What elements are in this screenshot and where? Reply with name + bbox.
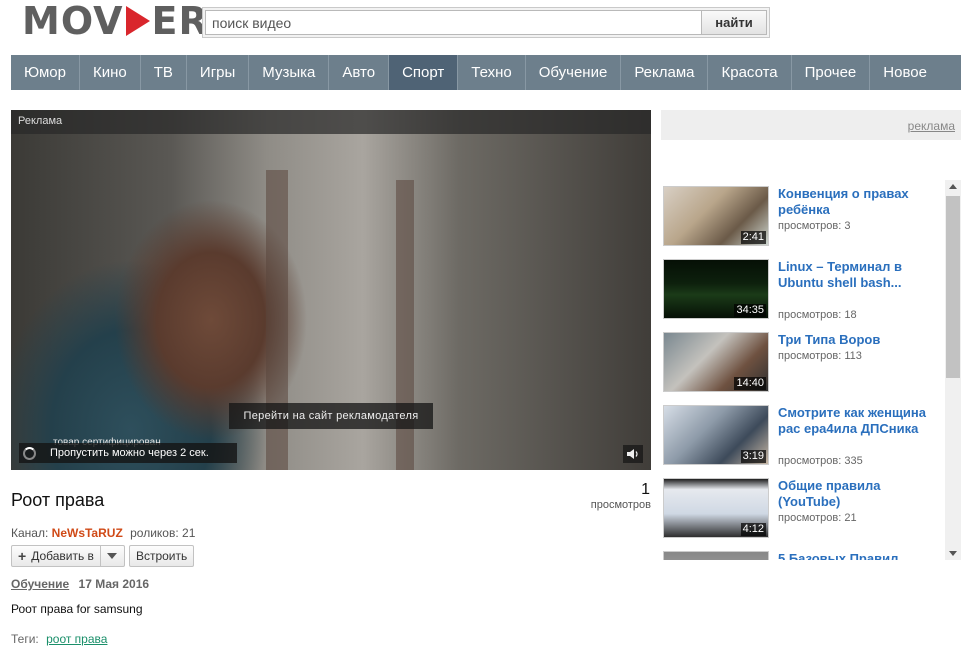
related-views: просмотров: 113 xyxy=(778,350,862,362)
video-player[interactable]: Реклама Перейти на сайт рекламодателя то… xyxy=(11,110,651,470)
related-list: 2:41 Конвенция о правах ребёнка просмотров… xyxy=(661,180,943,560)
ad-link[interactable]: реклама xyxy=(908,119,955,133)
logo-text-left: MOV xyxy=(22,0,124,43)
nav-item[interactable]: Техно xyxy=(458,55,526,90)
related-title[interactable]: Общие правила (YouTube) xyxy=(778,478,928,510)
related-thumbnail[interactable]: 3:19 xyxy=(663,405,769,465)
scroll-thumb[interactable] xyxy=(946,196,960,378)
related-thumbnail[interactable]: 14:40 xyxy=(663,332,769,392)
channel-row: Канал: NeWsTaRUZ роликов: 21 xyxy=(11,526,195,540)
speaker-icon xyxy=(627,449,638,459)
scroll-down-icon[interactable] xyxy=(949,551,957,556)
related-views: просмотров: 21 xyxy=(778,512,857,524)
ad-label: Реклама xyxy=(18,115,63,127)
related-thumbnail[interactable]: 2:41 xyxy=(663,186,769,246)
duration-badge: 14:40 xyxy=(734,377,766,390)
sidebar-ad-box: реклама xyxy=(661,110,961,140)
volume-button[interactable] xyxy=(623,445,643,463)
upload-date: 17 Мая 2016 xyxy=(78,577,150,591)
nav-item[interactable]: Игры xyxy=(187,55,250,90)
video-title: Роот права xyxy=(11,490,105,510)
related-title[interactable]: 5 Базовых Правил xyxy=(778,551,928,560)
meta-row: Обучение 17 Мая 2016 xyxy=(11,577,149,591)
related-item[interactable]: 5 Базовых Правил xyxy=(661,545,943,560)
related-videos: 2:41 Конвенция о правах ребёнка просмотров… xyxy=(661,180,961,560)
add-to-dropdown-button[interactable] xyxy=(100,545,125,567)
nav-item[interactable]: Обучение xyxy=(526,55,622,90)
plus-icon: + xyxy=(18,548,27,564)
search-input[interactable] xyxy=(205,10,702,35)
play-icon xyxy=(125,6,150,36)
views-label: просмотров xyxy=(590,499,651,511)
related-views: просмотров: 335 xyxy=(778,455,863,467)
tags-label: Теги: xyxy=(11,632,39,646)
nav-item[interactable]: Новое xyxy=(870,55,940,90)
related-views: просмотров: 18 xyxy=(778,309,857,321)
page-root: MOV ER найти ЮморКиноТВИгрыМузыкаАвтоСпо… xyxy=(0,0,976,652)
nav-item[interactable]: Спорт xyxy=(389,55,459,90)
logo-text: MOV ER xyxy=(22,0,209,43)
action-buttons: + Добавить в Встроить xyxy=(11,545,195,567)
mover-logo[interactable]: MOV ER xyxy=(22,0,209,43)
nav-item[interactable]: ТВ xyxy=(141,55,187,90)
ad-top-bar xyxy=(11,110,651,134)
logo-text-right: ER xyxy=(151,0,209,43)
nav-item[interactable]: Красота xyxy=(708,55,792,90)
nav-item[interactable]: Музыка xyxy=(249,55,330,90)
nav-item[interactable]: Авто xyxy=(329,55,390,90)
tags-row: Теги: роот права xyxy=(11,632,107,646)
related-item[interactable]: 4:12 Общие правила (YouTube) просмотров: 2… xyxy=(661,472,943,545)
nav-item[interactable]: Кино xyxy=(80,55,141,90)
related-thumbnail[interactable]: 4:12 xyxy=(663,478,769,538)
add-to-label: Добавить в xyxy=(31,549,94,563)
related-item[interactable]: 2:41 Конвенция о правах ребёнка просмотров… xyxy=(661,180,943,253)
loading-spinner-icon xyxy=(23,446,36,460)
search-button[interactable]: найти xyxy=(702,10,767,35)
skip-text: Пропустить можно через 2 сек. xyxy=(50,447,209,459)
channel-label: Канал: xyxy=(11,526,49,540)
chevron-down-icon xyxy=(107,553,118,559)
related-item[interactable]: 3:19 Смотрите как женщина рас ера4ила ДПС… xyxy=(661,399,943,472)
category-nav: Юмор Кино ТВ Игры Музыка Авто Спорт Техно Обучен… xyxy=(11,55,961,90)
nav-item[interactable]: Юмор xyxy=(11,55,80,90)
nav-item[interactable]: Реклама xyxy=(621,55,709,90)
add-to-button[interactable]: + Добавить в xyxy=(11,545,101,567)
related-title[interactable]: Конвенция о правах ребёнка xyxy=(778,186,928,218)
nav-item[interactable]: Прочее xyxy=(792,55,871,90)
video-description: Роот права for samsung xyxy=(11,602,143,616)
goto-advertiser-button[interactable]: Перейти на сайт рекламодателя xyxy=(229,403,433,429)
related-item[interactable]: 14:40 Три Типа Воров просмотров: 113 xyxy=(661,326,943,399)
videos-count: роликов: 21 xyxy=(130,526,196,540)
duration-badge: 3:19 xyxy=(740,450,766,463)
related-thumbnail[interactable] xyxy=(663,551,769,560)
related-scrollbar[interactable] xyxy=(945,180,961,560)
related-title[interactable]: Смотрите как женщина рас ера4ила ДПСника xyxy=(778,405,928,437)
channel-link[interactable]: NeWsTaRUZ xyxy=(52,526,123,540)
tag-link[interactable]: роот права xyxy=(46,632,107,646)
related-title[interactable]: Три Типа Воров xyxy=(778,332,928,348)
embed-button[interactable]: Встроить xyxy=(128,545,195,567)
related-views: просмотров: 3 xyxy=(778,220,851,232)
search-bar: найти xyxy=(202,7,770,38)
related-thumbnail[interactable]: 34:35 xyxy=(663,259,769,319)
duration-badge: 4:12 xyxy=(740,523,766,536)
duration-badge: 2:41 xyxy=(740,231,766,244)
category-link[interactable]: Обучение xyxy=(11,577,69,591)
duration-badge: 34:35 xyxy=(734,304,766,317)
related-title[interactable]: Linux – Терминал в Ubuntu shell bash... xyxy=(778,259,928,291)
related-item[interactable]: 34:35 Linux – Терминал в Ubuntu shell bas… xyxy=(661,253,943,326)
skip-ad-bar[interactable]: Пропустить можно через 2 сек. xyxy=(19,443,237,463)
scroll-up-icon[interactable] xyxy=(949,184,957,189)
views-count: 1 xyxy=(641,481,650,498)
